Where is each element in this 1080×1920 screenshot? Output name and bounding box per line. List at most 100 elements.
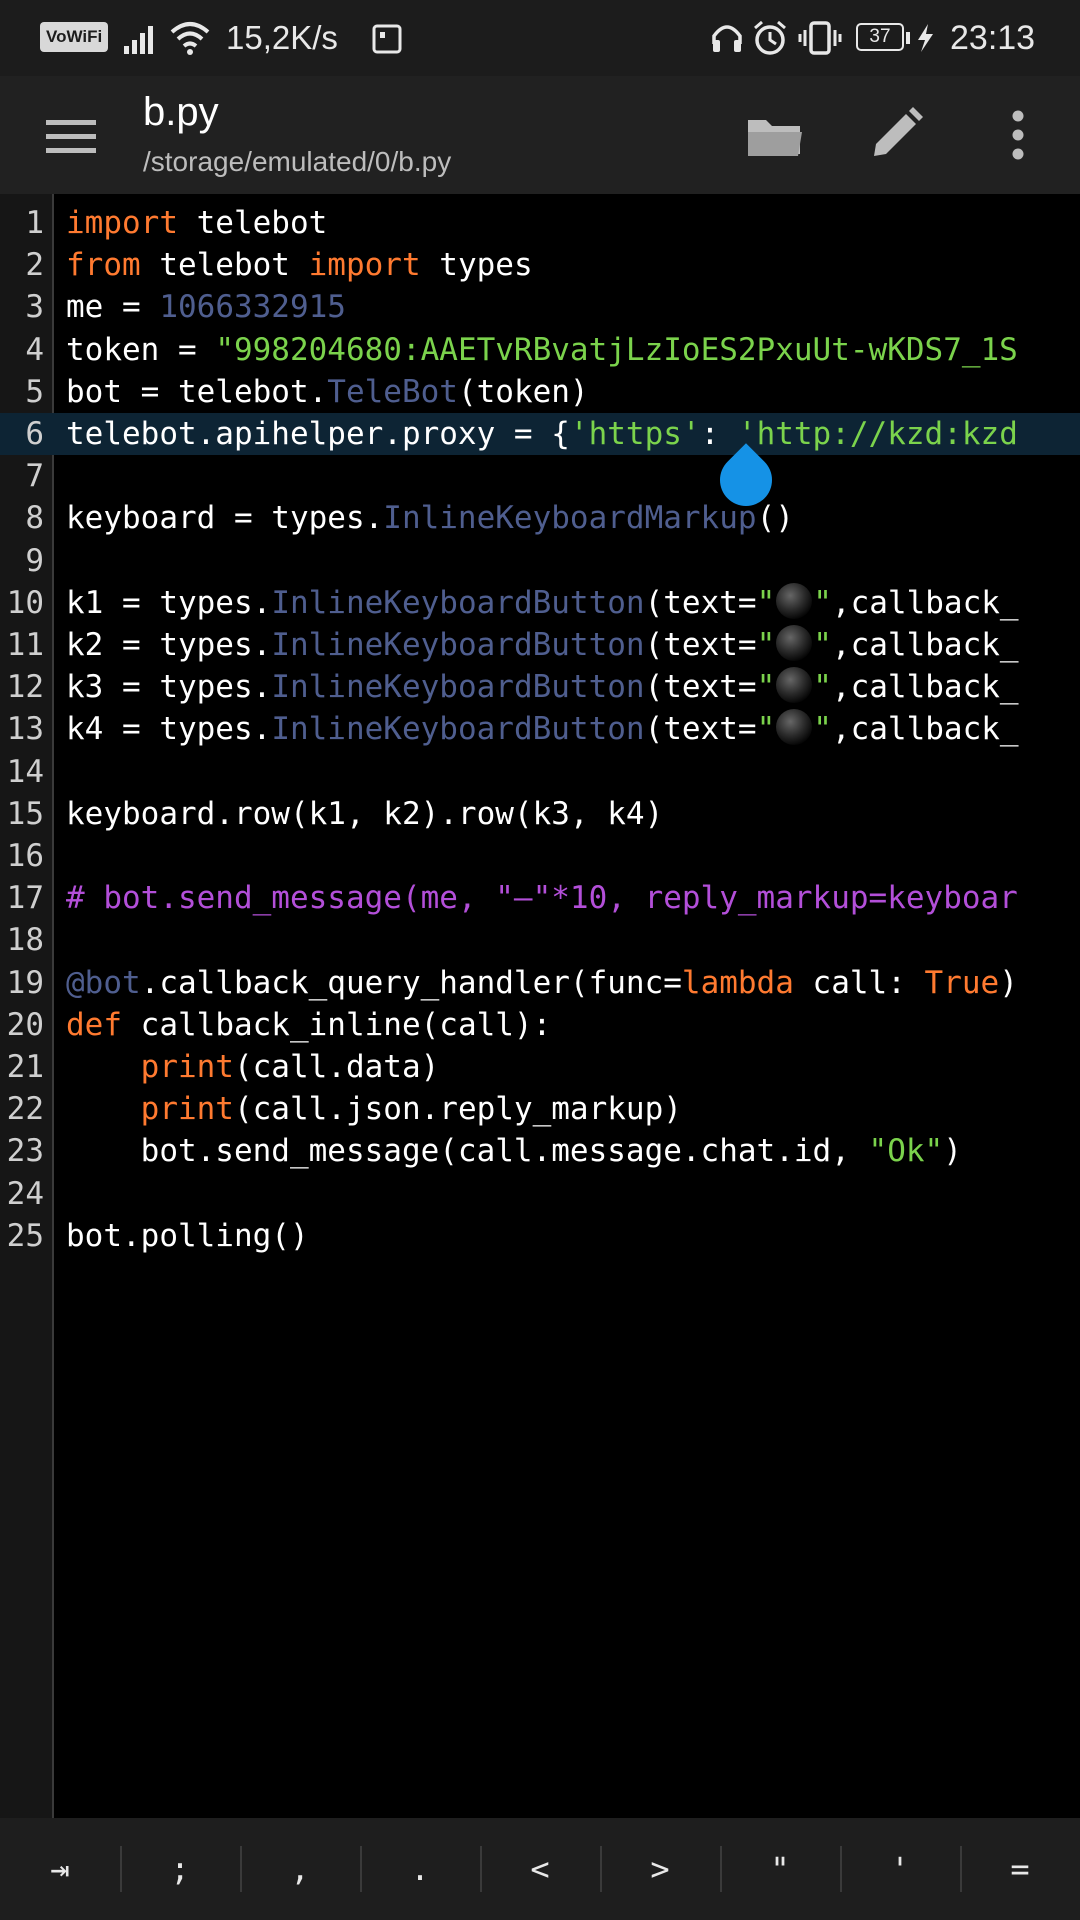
- status-bar: VoWiFi 15,2K/s 37 23:13: [0, 0, 1080, 76]
- code-text[interactable]: def callback_inline(call):: [66, 1004, 551, 1046]
- code-line[interactable]: 4 token = "998204680:AAETvRBvatjLzIoES2Px…: [0, 329, 1080, 371]
- code-line[interactable]: 12 k3 = types.InlineKeyboardButton(text="…: [0, 666, 1080, 708]
- code-line[interactable]: 17 # bot.send_message(me, "—"*10, reply_m…: [0, 877, 1080, 919]
- vibrate-icon: [798, 21, 842, 55]
- code-text[interactable]: telebot.apihelper.proxy = {'https': 'htt…: [66, 413, 1018, 455]
- signal-icon: [124, 26, 153, 54]
- code-line[interactable]: 21 print(call.data): [0, 1046, 1080, 1088]
- code-text[interactable]: k2 = types.InlineKeyboardButton(text=" ",…: [66, 624, 1019, 666]
- code-text[interactable]: @bot.callback_query_handler(func=lambda …: [66, 962, 1018, 1004]
- line-number: 4: [25, 331, 44, 368]
- line-number: 10: [6, 584, 44, 621]
- line-number: 19: [6, 964, 44, 1001]
- greater-than-key[interactable]: >: [600, 1818, 720, 1920]
- line-number: 22: [6, 1091, 44, 1128]
- code-line[interactable]: 23 bot.send_message(call.message.chat.id…: [0, 1130, 1080, 1172]
- code-line[interactable]: 14: [0, 751, 1080, 793]
- alarm-icon: [754, 20, 786, 55]
- line-number: 17: [6, 880, 44, 917]
- line-number: 14: [6, 753, 44, 790]
- wifi-icon: [170, 22, 210, 55]
- comma-key[interactable]: ,: [240, 1818, 360, 1920]
- code-line[interactable]: 20 def callback_inline(call):: [0, 1004, 1080, 1046]
- code-text[interactable]: keyboard = types.InlineKeyboardMarkup(): [66, 497, 794, 539]
- semicolon-key[interactable]: ;: [120, 1818, 240, 1920]
- code-line[interactable]: 9: [0, 540, 1080, 582]
- line-number: 6: [25, 416, 44, 452]
- code-text[interactable]: k1 = types.InlineKeyboardButton(text=" ",…: [66, 582, 1019, 624]
- code-text[interactable]: me = 1066332915: [66, 286, 346, 328]
- code-text[interactable]: bot = telebot.TeleBot(token): [66, 371, 589, 413]
- code-line[interactable]: 18: [0, 919, 1080, 961]
- line-number: 9: [25, 542, 44, 579]
- code-text[interactable]: from telebot import types: [66, 244, 533, 286]
- code-editor[interactable]: 1 import telebot 2 from telebot import type…: [0, 194, 1080, 1818]
- pencil-icon[interactable]: [862, 102, 928, 168]
- line-number: 21: [6, 1049, 44, 1085]
- symbol-bar: ⇥ ; , . < > " ' =: [0, 1818, 1080, 1920]
- code-line[interactable]: 16: [0, 835, 1080, 877]
- code-line[interactable]: 8 keyboard = types.InlineKeyboardMarkup(): [0, 497, 1080, 539]
- code-line[interactable]: 10 k1 = types.InlineKeyboardButton(text="…: [0, 582, 1080, 624]
- double-quote-key[interactable]: ": [720, 1818, 840, 1920]
- code-line[interactable]: 3 me = 1066332915: [0, 286, 1080, 328]
- line-number: 2: [25, 247, 44, 284]
- line-number: 18: [6, 922, 44, 959]
- code-line[interactable]: 24: [0, 1173, 1080, 1215]
- vowifi-indicator: VoWiFi: [40, 22, 109, 52]
- black-circle-emoji: [776, 667, 813, 704]
- code-line[interactable]: 11 k2 = types.InlineKeyboardButton(text="…: [0, 624, 1080, 666]
- code-text[interactable]: bot.polling(): [66, 1215, 309, 1257]
- clock: 23:13: [950, 18, 1036, 57]
- charging-icon: [906, 24, 933, 52]
- code-line[interactable]: 7: [0, 455, 1080, 497]
- black-circle-emoji: [776, 582, 813, 619]
- black-circle-emoji: [776, 625, 813, 661]
- code-text[interactable]: bot.send_message(call.message.chat.id, "…: [66, 1130, 962, 1172]
- line-number: 7: [25, 458, 44, 495]
- line-number: 15: [6, 795, 44, 832]
- line-number: 20: [6, 1006, 44, 1043]
- line-number: 24: [6, 1175, 44, 1212]
- network-speed: 15,2K/s: [226, 19, 338, 56]
- code-text[interactable]: k4 = types.InlineKeyboardButton(text=" ",…: [66, 708, 1019, 750]
- code-text[interactable]: token = "998204680:AAETvRBvatjLzIoES2Pxu…: [66, 329, 1018, 371]
- line-number: 16: [6, 838, 44, 874]
- line-number: 8: [25, 500, 44, 537]
- line-number: 11: [6, 627, 44, 663]
- equals-key[interactable]: =: [960, 1818, 1080, 1920]
- more-vert-icon[interactable]: [990, 102, 1046, 168]
- code-line[interactable]: 1 import telebot: [0, 202, 1080, 244]
- line-number: 3: [25, 289, 44, 326]
- file-title: b.py: [143, 90, 219, 134]
- tab-key[interactable]: ⇥: [0, 1818, 120, 1920]
- file-path: /storage/emulated/0/b.py: [143, 146, 452, 177]
- line-number: 13: [6, 711, 44, 748]
- code-line[interactable]: 5 bot = telebot.TeleBot(token): [0, 371, 1080, 413]
- code-text[interactable]: print(call.json.reply_markup): [66, 1088, 682, 1130]
- screenshot-icon: [372, 24, 402, 54]
- less-than-key[interactable]: <: [480, 1818, 600, 1920]
- folder-icon[interactable]: [742, 102, 808, 168]
- code-text[interactable]: k3 = types.InlineKeyboardButton(text=" ",…: [66, 666, 1019, 708]
- code-text[interactable]: print(call.data): [66, 1046, 440, 1088]
- code-line[interactable]: 19 @bot.callback_query_handler(func=lambd…: [0, 962, 1080, 1004]
- period-key[interactable]: .: [360, 1818, 480, 1920]
- line-number: 25: [6, 1217, 44, 1254]
- code-line[interactable]: 25 bot.polling(): [0, 1215, 1080, 1257]
- single-quote-key[interactable]: ': [840, 1818, 960, 1920]
- code-text[interactable]: # bot.send_message(me, "—"*10, reply_mar…: [66, 877, 1018, 919]
- menu-icon[interactable]: [38, 106, 104, 166]
- line-number: 23: [6, 1133, 44, 1170]
- battery-level: 37: [856, 23, 904, 51]
- code-line[interactable]: 6 telebot.apihelper.proxy = {'https': 'ht…: [0, 413, 1080, 455]
- code-line[interactable]: 15 keyboard.row(k1, k2).row(k3, k4): [0, 793, 1080, 835]
- app-bar: b.py /storage/emulated/0/b.py: [0, 76, 1080, 194]
- line-number: 5: [25, 373, 44, 410]
- code-line[interactable]: 2 from telebot import types: [0, 244, 1080, 286]
- code-line[interactable]: 22 print(call.json.reply_markup): [0, 1088, 1080, 1130]
- line-number: 1: [25, 205, 44, 241]
- code-text[interactable]: keyboard.row(k1, k2).row(k3, k4): [66, 793, 663, 835]
- code-line[interactable]: 13 k4 = types.InlineKeyboardButton(text="…: [0, 708, 1080, 750]
- code-text[interactable]: import telebot: [66, 202, 327, 244]
